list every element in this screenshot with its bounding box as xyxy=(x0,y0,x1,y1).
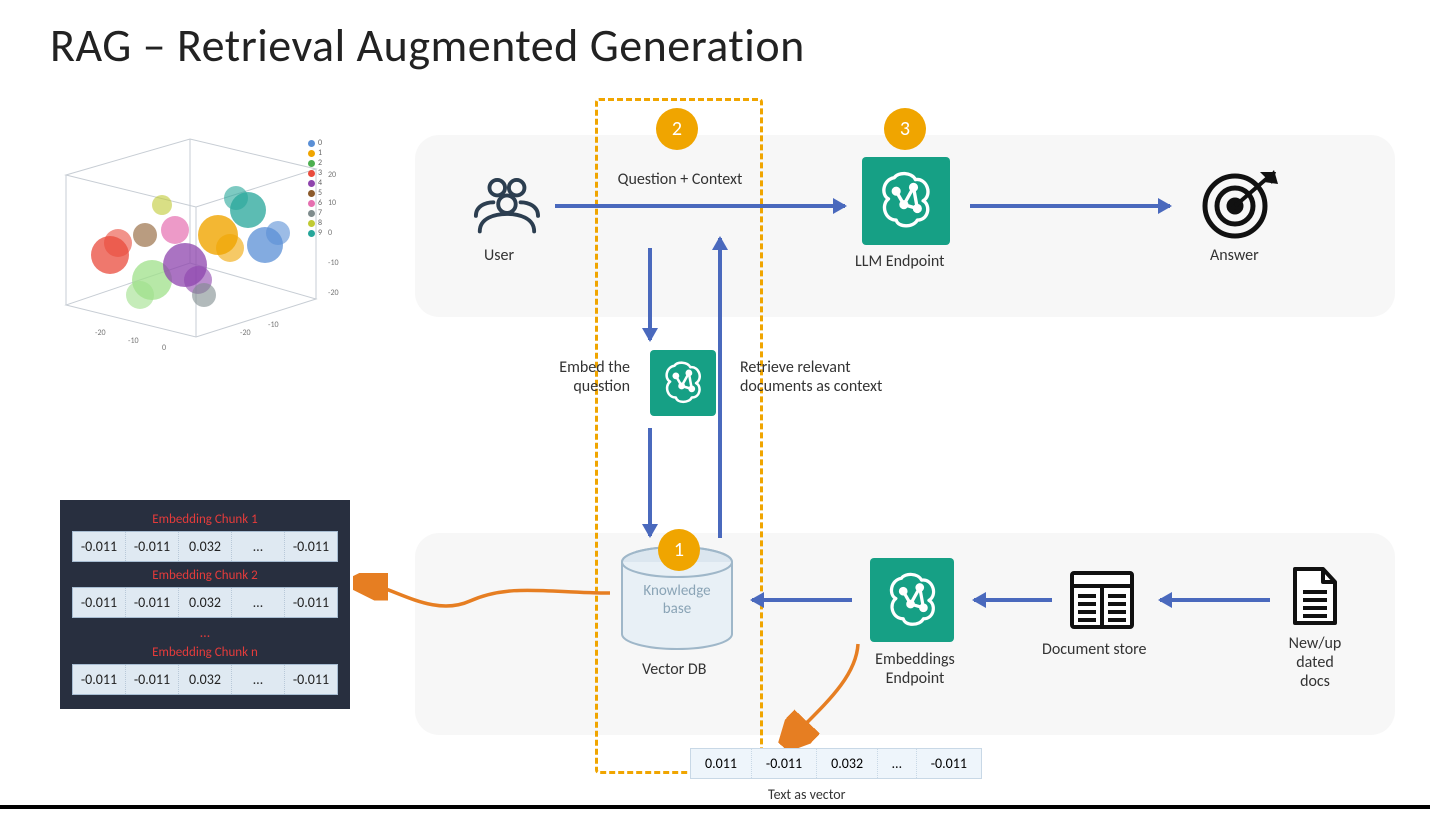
svg-text:-20: -20 xyxy=(240,328,251,338)
chunk-2-row: -0.011 -0.011 0.032 … -0.011 xyxy=(72,587,338,618)
embedding-scatter-3d: -20 -10 0 -20 -10 -20 -10 0 10 20 xyxy=(40,135,350,363)
cell: -0.011 xyxy=(73,532,126,561)
svg-text:-20: -20 xyxy=(95,328,106,338)
document-store-icon xyxy=(1069,570,1135,630)
chunk-1-title: Embedding Chunk 1 xyxy=(72,512,338,527)
cell: … xyxy=(878,749,917,778)
chunk-2-title: Embedding Chunk 2 xyxy=(72,568,338,583)
cell: 0.032 xyxy=(179,532,232,561)
svg-text:0: 0 xyxy=(328,228,332,238)
cell: -0.011 xyxy=(285,588,337,617)
badge-step-3: 3 xyxy=(884,108,926,150)
text-as-vector-row: 0.011 -0.011 0.032 … -0.011 xyxy=(690,748,982,779)
svg-text:-10: -10 xyxy=(128,336,139,346)
cell: -0.011 xyxy=(917,749,981,778)
cell: … xyxy=(232,532,285,561)
new-docs-label: New/up dated docs xyxy=(1270,634,1360,691)
cell: … xyxy=(232,665,285,694)
answer-target-icon xyxy=(1200,170,1280,240)
embeddings-endpoint-label: Embeddings Endpoint xyxy=(860,650,970,688)
new-docs-icon xyxy=(1290,566,1340,626)
embeddings-endpoint-icon xyxy=(870,558,954,642)
arrow-kb-to-chunks xyxy=(350,573,620,663)
question-context-label: Question + Context xyxy=(600,170,760,189)
document-store-label: Document store xyxy=(1042,640,1146,659)
svg-text:20: 20 xyxy=(328,170,336,180)
answer-label: Answer xyxy=(1210,246,1259,265)
embedding-chunks-panel: Embedding Chunk 1 -0.011 -0.011 0.032 … … xyxy=(60,500,350,709)
kb-label: Knowledge base xyxy=(618,582,736,618)
arrow-docstore-to-embed xyxy=(974,598,1052,602)
cell: -0.011 xyxy=(285,665,337,694)
user-icon xyxy=(472,177,540,237)
chunk-1-row: -0.011 -0.011 0.032 … -0.011 xyxy=(72,531,338,562)
badge-step-2: 2 xyxy=(656,108,698,150)
cell: 0.011 xyxy=(691,749,752,778)
retrieve-docs-label: Retrieve relevant documents as context xyxy=(740,358,940,396)
cell: -0.011 xyxy=(73,665,126,694)
arrow-up-retrieve xyxy=(718,238,722,538)
svg-text:0: 0 xyxy=(162,343,166,353)
llm-endpoint-label: LLM Endpoint xyxy=(855,252,945,271)
embed-question-icon xyxy=(650,350,716,416)
text-as-vector-label: Text as vector xyxy=(768,786,846,803)
arrow-llm-to-answer xyxy=(970,204,1170,208)
user-label: User xyxy=(484,246,514,265)
cell: 0.032 xyxy=(179,588,232,617)
llm-endpoint-icon xyxy=(862,157,950,245)
cell: -0.011 xyxy=(285,532,337,561)
arrow-down-to-kb xyxy=(648,428,652,536)
page-title: RAG – Retrieval Augmented Generation xyxy=(50,18,805,74)
svg-text:-10: -10 xyxy=(328,258,339,268)
cell: -0.011 xyxy=(126,532,179,561)
arrow-user-to-llm xyxy=(555,204,845,208)
svg-text:-20: -20 xyxy=(328,288,339,298)
cell: -0.011 xyxy=(752,749,817,778)
arrow-newdocs-to-docstore xyxy=(1160,598,1270,602)
cell: -0.011 xyxy=(126,588,179,617)
badge-step-1: 1 xyxy=(658,529,700,571)
cell: 0.032 xyxy=(817,749,878,778)
arrow-embed-to-vector xyxy=(778,640,868,750)
chunk-n-row: -0.011 -0.011 0.032 … -0.011 xyxy=(72,664,338,695)
arrow-embed-to-kb xyxy=(752,598,852,602)
embed-question-label: Embed the question xyxy=(500,358,630,396)
cell: … xyxy=(232,588,285,617)
svg-text:10: 10 xyxy=(328,198,336,208)
svg-text:-10: -10 xyxy=(268,320,279,330)
scatter-legend: 0 1 2 3 4 5 6 7 8 9 xyxy=(308,138,322,238)
arrow-down-to-embed xyxy=(648,248,652,340)
chunk-n-title: Embedding Chunk n xyxy=(72,645,338,660)
cell: -0.011 xyxy=(73,588,126,617)
chunk-ellipsis: … xyxy=(72,624,338,641)
vector-db-label: Vector DB xyxy=(642,660,706,679)
bottom-border xyxy=(0,805,1430,809)
cell: -0.011 xyxy=(126,665,179,694)
cell: 0.032 xyxy=(179,665,232,694)
